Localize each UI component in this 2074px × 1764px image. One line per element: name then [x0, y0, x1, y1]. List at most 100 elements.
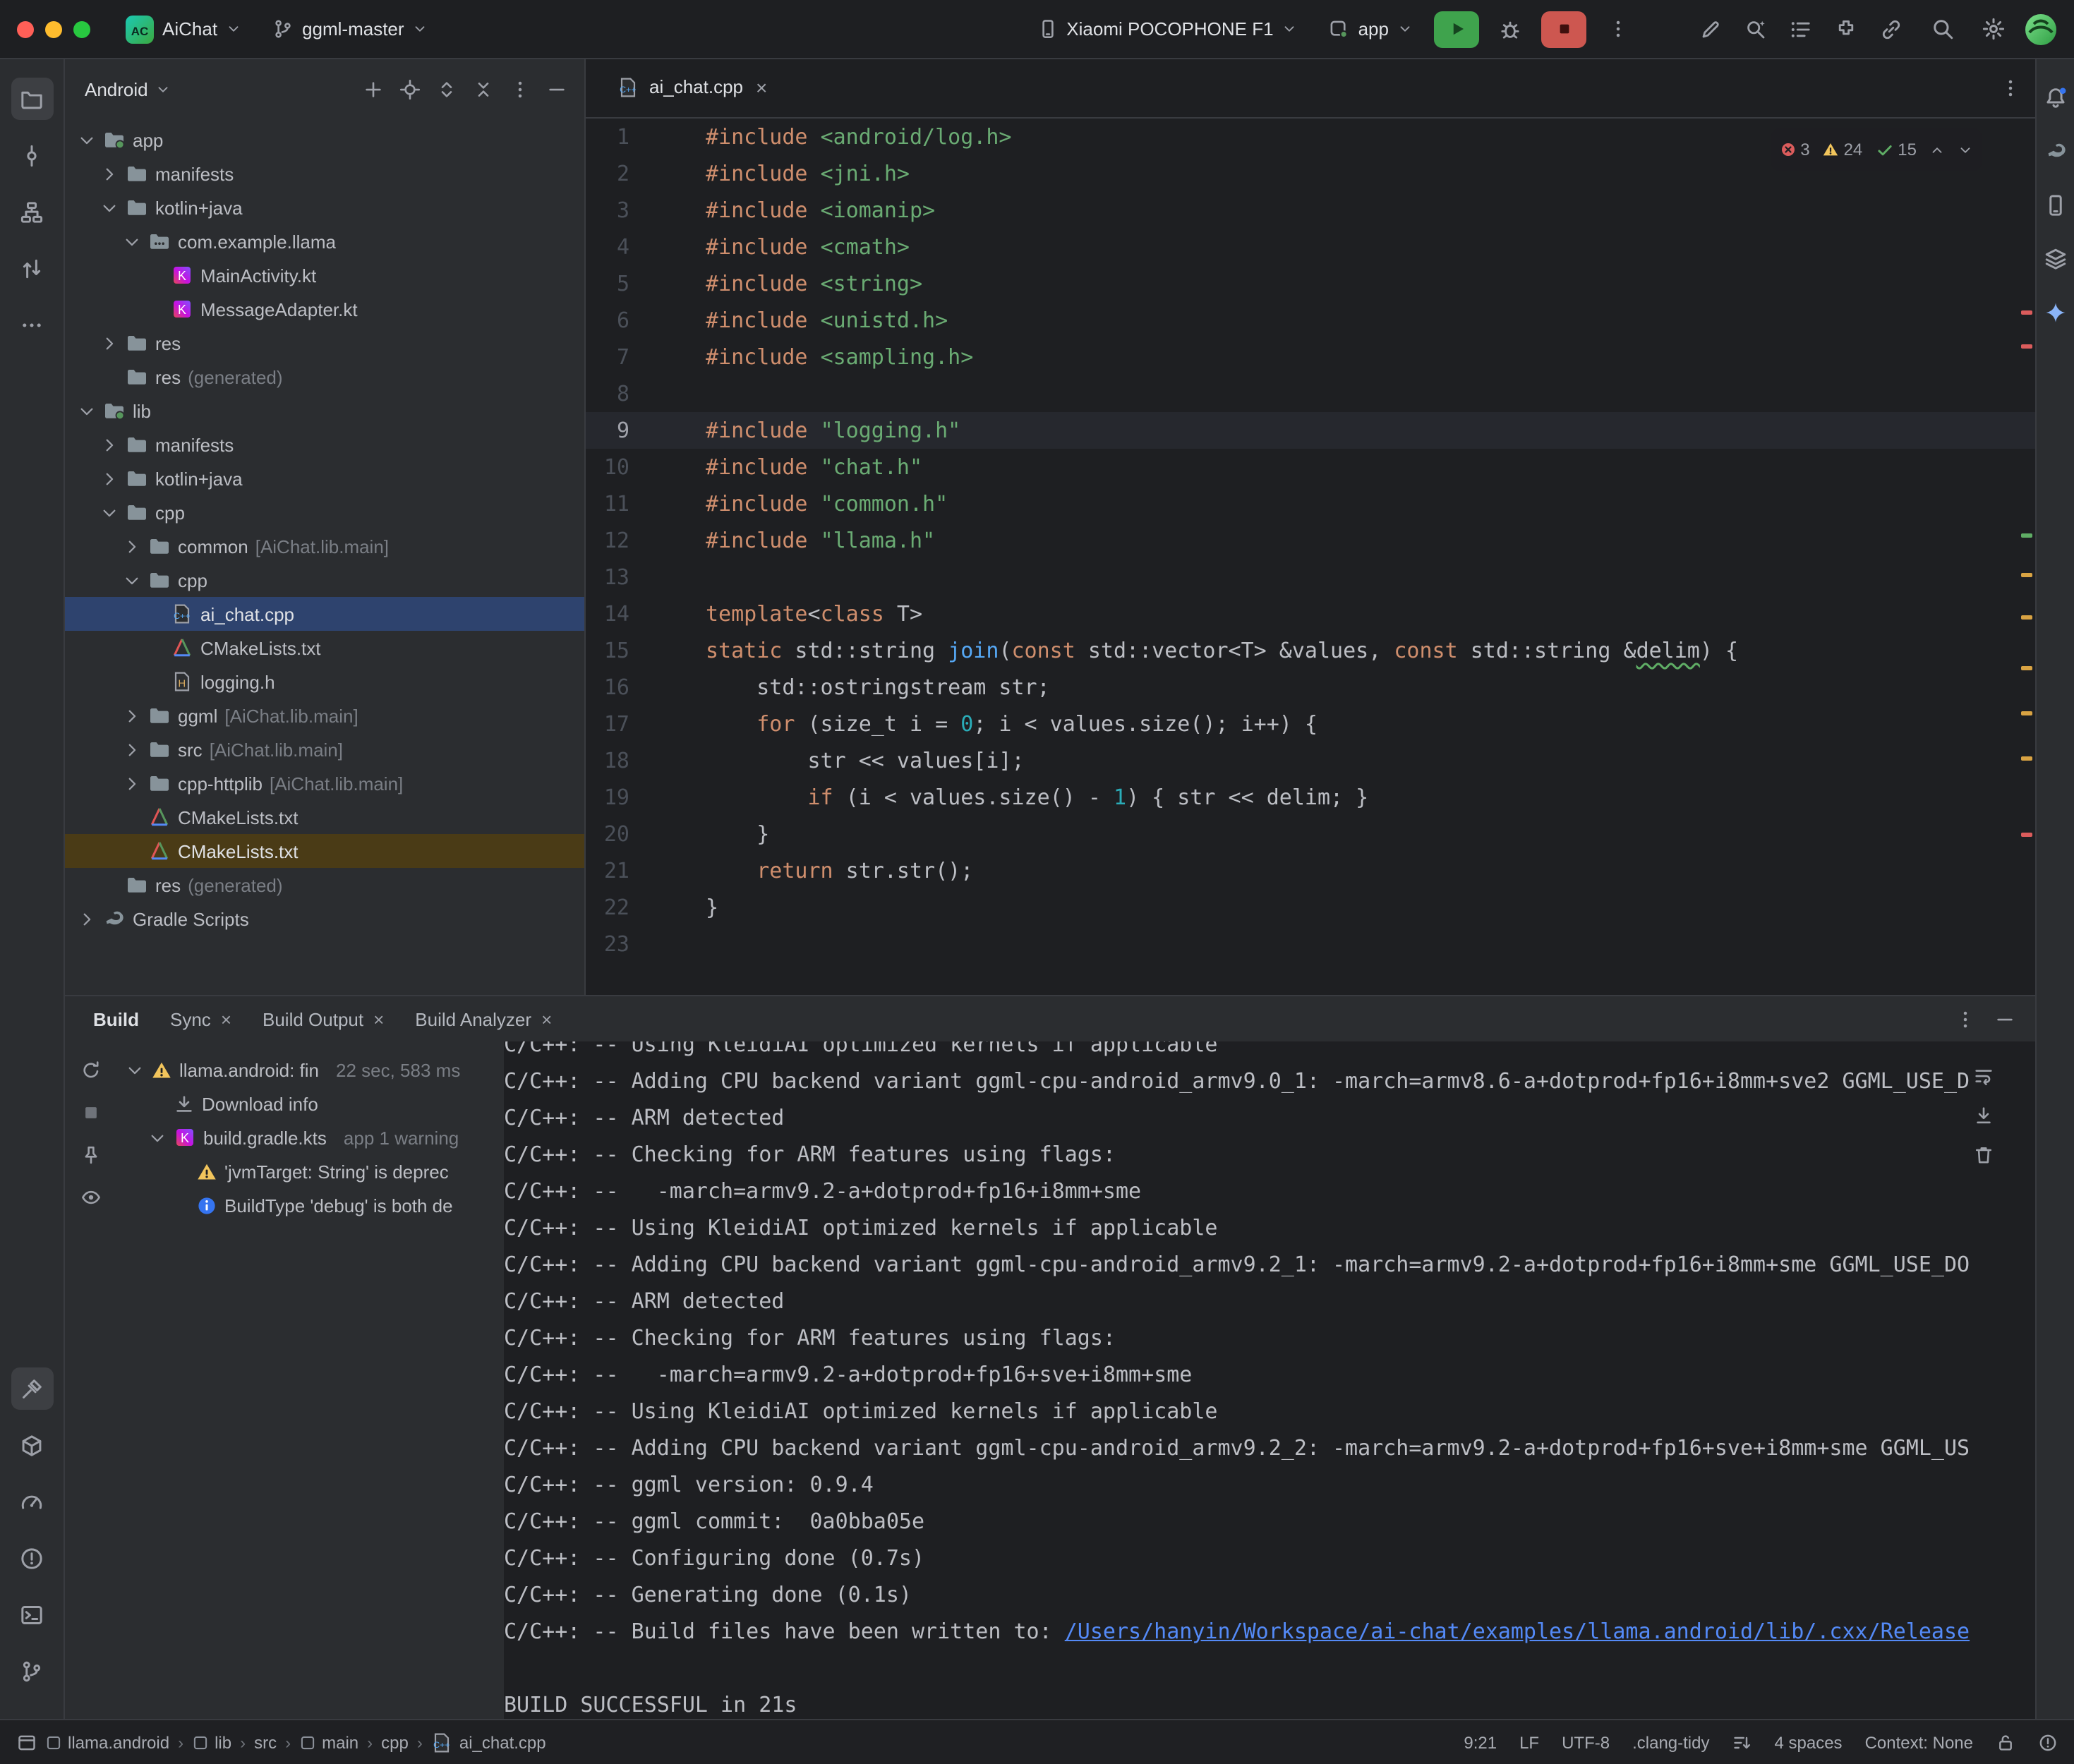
- editor-tab[interactable]: C++ ai_chat.cpp ×: [603, 59, 784, 117]
- task-list-button[interactable]: [1781, 11, 1821, 47]
- line-number[interactable]: 6: [586, 302, 629, 339]
- rerun-button[interactable]: [72, 1053, 109, 1087]
- code-line[interactable]: }: [706, 816, 2035, 852]
- line-number[interactable]: 2: [586, 155, 629, 192]
- tree-item[interactable]: CMakeLists.txt: [65, 631, 584, 665]
- tree-item[interactable]: C++ai_chat.cpp: [65, 597, 584, 631]
- editor-gutter[interactable]: 1234567891011121314151617181920212223: [586, 119, 706, 962]
- line-number[interactable]: 13: [586, 559, 629, 596]
- code-line[interactable]: #include <string>: [706, 265, 2035, 302]
- stripe-mark[interactable]: [2021, 833, 2032, 837]
- profiler-icon[interactable]: [11, 1480, 53, 1523]
- tree-item[interactable]: KMainActivity.kt: [65, 258, 584, 292]
- breadcrumb-item[interactable]: src: [254, 1732, 277, 1752]
- scroll-end-button[interactable]: [1965, 1098, 2001, 1132]
- gradle-icon[interactable]: [2039, 134, 2073, 168]
- line-number[interactable]: 11: [586, 485, 629, 522]
- build-icon[interactable]: [11, 1367, 53, 1410]
- line-number[interactable]: 18: [586, 742, 629, 779]
- tree-item[interactable]: src[AiChat.lib.main]: [65, 732, 584, 766]
- line-number[interactable]: 14: [586, 596, 629, 632]
- structure-icon[interactable]: [11, 191, 53, 233]
- code-line[interactable]: return str.str();: [706, 852, 2035, 889]
- minimize-button[interactable]: [45, 20, 62, 37]
- notifications-icon[interactable]: [2039, 80, 2073, 114]
- extensions-button[interactable]: [1826, 11, 1866, 47]
- project-icon[interactable]: [11, 78, 53, 120]
- line-number[interactable]: 9: [586, 412, 629, 449]
- line-number[interactable]: 17: [586, 706, 629, 742]
- close-button[interactable]: [17, 20, 34, 37]
- search-everywhere-button[interactable]: [1922, 11, 1962, 47]
- tree-item[interactable]: BuildType 'debug' is both de: [116, 1188, 504, 1222]
- build-tab-build-analyzer[interactable]: Build Analyzer×: [415, 1008, 552, 1029]
- code-line[interactable]: [706, 926, 2035, 962]
- chevron-down-icon[interactable]: [76, 130, 96, 150]
- status-widget[interactable]: LF: [1519, 1732, 1539, 1752]
- tree-item[interactable]: Download info: [116, 1087, 504, 1120]
- line-number[interactable]: 15: [586, 632, 629, 669]
- eye-button[interactable]: [72, 1180, 109, 1214]
- chevron-down-icon[interactable]: [99, 502, 119, 522]
- avatar[interactable]: [2024, 12, 2058, 46]
- code-line[interactable]: #include "common.h": [706, 485, 2035, 522]
- status-widget[interactable]: 9:21: [1464, 1732, 1497, 1752]
- code-line[interactable]: #include <sampling.h>: [706, 339, 2035, 375]
- running-devices-icon[interactable]: [2039, 241, 2073, 275]
- window-icon[interactable]: [17, 1732, 37, 1752]
- stop-button[interactable]: [1541, 11, 1586, 47]
- soft-wrap-button[interactable]: [1965, 1058, 2001, 1092]
- find-actions-button[interactable]: [1736, 11, 1775, 47]
- project-selector[interactable]: AC AiChat: [116, 11, 251, 47]
- tree-item[interactable]: manifests: [65, 428, 584, 461]
- close-tab-icon[interactable]: ×: [753, 75, 770, 98]
- stripe-mark[interactable]: [2021, 533, 2032, 538]
- code-line[interactable]: [706, 559, 2035, 596]
- tree-item[interactable]: ggml[AiChat.lib.main]: [65, 699, 584, 732]
- tree-item[interactable]: com.example.llama: [65, 224, 584, 258]
- plus-button[interactable]: [356, 72, 390, 106]
- tree-item[interactable]: Hlogging.h: [65, 665, 584, 699]
- run-config-selector[interactable]: app: [1319, 14, 1423, 44]
- stripe-mark[interactable]: [2021, 310, 2032, 315]
- device-selector[interactable]: Xiaomi POCOPHONE F1: [1027, 14, 1307, 44]
- code-line[interactable]: for (size_t i = 0; i < values.size(); i+…: [706, 706, 2035, 742]
- share-link-button[interactable]: [1871, 11, 1911, 47]
- chevron-right-icon[interactable]: [99, 333, 119, 353]
- problems-icon[interactable]: [11, 1537, 53, 1579]
- tree-item[interactable]: 'jvmTarget: String' is deprec: [116, 1154, 504, 1188]
- tree-item[interactable]: lib: [65, 394, 584, 428]
- tab-list-button[interactable]: [1993, 71, 2027, 105]
- commit-icon[interactable]: [11, 134, 53, 176]
- chevron-right-icon[interactable]: [121, 739, 141, 759]
- device-manager-icon[interactable]: [2039, 188, 2073, 222]
- chevron-down-icon[interactable]: [99, 198, 119, 217]
- rename-button[interactable]: [1691, 11, 1730, 47]
- breadcrumb-item[interactable]: main: [299, 1732, 358, 1752]
- line-number[interactable]: 22: [586, 889, 629, 926]
- code-line[interactable]: #include <iomanip>: [706, 192, 2035, 229]
- code-line[interactable]: #include <unistd.h>: [706, 302, 2035, 339]
- tree-item[interactable]: common[AiChat.lib.main]: [65, 529, 584, 563]
- build-tab-build-output[interactable]: Build Output×: [263, 1008, 384, 1029]
- line-number[interactable]: 8: [586, 375, 629, 412]
- chevron-down-icon[interactable]: [121, 570, 141, 590]
- tree-item[interactable]: CMakeLists.txt: [65, 800, 584, 834]
- tree-item[interactable]: cpp: [65, 563, 584, 597]
- status-circle-icon[interactable]: [2038, 1732, 2058, 1752]
- expand-all-button[interactable]: [429, 72, 463, 106]
- project-view-selector[interactable]: Android: [85, 78, 171, 99]
- debug-button[interactable]: [1490, 11, 1530, 47]
- breadcrumb-item[interactable]: lib: [192, 1732, 231, 1752]
- status-widget[interactable]: .clang-tidy: [1632, 1732, 1709, 1752]
- tree-item[interactable]: kotlin+java: [65, 461, 584, 495]
- error-stripe[interactable]: [2020, 119, 2034, 995]
- status-widget[interactable]: Context: None: [1865, 1732, 1973, 1752]
- pin-button[interactable]: [72, 1137, 109, 1171]
- previous-problem-icon[interactable]: [1929, 142, 1945, 157]
- stop-button[interactable]: [72, 1095, 109, 1129]
- code-line[interactable]: #include <cmath>: [706, 229, 2035, 265]
- code-line[interactable]: [706, 375, 2035, 412]
- fullscreen-button[interactable]: [73, 20, 90, 37]
- more-run-options-button[interactable]: [1598, 11, 1637, 47]
